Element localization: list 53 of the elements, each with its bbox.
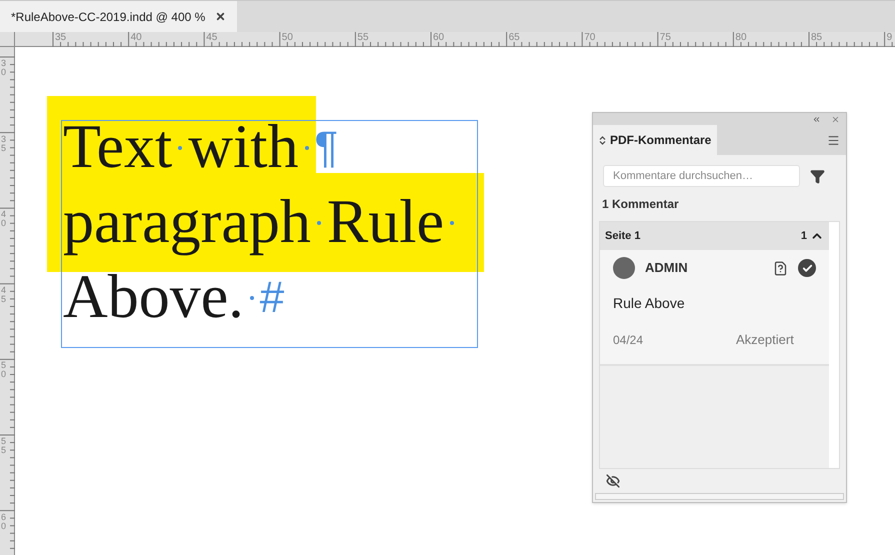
ruler-label: 65 <box>508 32 520 43</box>
space-marker-icon <box>250 296 254 300</box>
menu-icon[interactable] <box>827 134 840 146</box>
body-text: Rule <box>326 187 444 258</box>
ruler-label: 60 <box>1 512 8 531</box>
resize-grip[interactable] <box>595 493 844 500</box>
body-text: Above. <box>63 262 244 333</box>
ruler-label: 85 <box>811 32 822 43</box>
ruler-label: 9 <box>886 32 892 43</box>
comment-item[interactable]: ADMIN Rule Above 04/24 Akzeptiert <box>600 250 829 366</box>
status-icon[interactable] <box>798 259 816 277</box>
space-marker-icon <box>304 146 309 150</box>
ruler-label: 40 <box>1 210 8 228</box>
avatar-icon <box>613 257 635 279</box>
body-text: paragraph <box>63 187 311 258</box>
comment-author: ADMIN <box>645 259 689 278</box>
body-text: Text <box>63 112 172 183</box>
ruler-label: 30 <box>1 59 8 77</box>
document-icon[interactable] <box>773 260 788 276</box>
ruler-label: 35 <box>1 134 8 153</box>
ruler-label: 55 <box>1 437 8 455</box>
ruler-label: 70 <box>584 32 596 43</box>
space-marker-icon <box>178 146 182 150</box>
eye-off-icon[interactable] <box>606 474 620 488</box>
comment-count: 1 Kommentar <box>601 196 680 213</box>
search-field[interactable]: Kommentare durchsuchen… <box>603 165 800 187</box>
scrollbar-track[interactable] <box>829 222 839 468</box>
ruler-label: 40 <box>130 32 142 43</box>
ruler-label: 45 <box>1 286 8 304</box>
space-marker-icon <box>316 220 321 224</box>
filter-icon[interactable] <box>810 168 825 184</box>
space-marker-icon <box>450 220 454 224</box>
group-count: 1 <box>800 228 807 244</box>
sort-icon <box>599 136 606 144</box>
ruler-label: 50 <box>1 361 8 380</box>
page-group-header[interactable]: Seite 1 1 <box>600 222 829 250</box>
hidden-character: ¶ <box>314 122 338 174</box>
ruler-label: 35 <box>55 32 66 43</box>
ruler-label: 60 <box>433 32 444 43</box>
panel-tab[interactable]: PDF-Kommentare <box>593 125 718 155</box>
hidden-character: # <box>260 272 284 324</box>
ruler-label: 55 <box>357 32 369 43</box>
ruler-label: 75 <box>660 32 671 43</box>
collapse-icon[interactable] <box>812 114 821 124</box>
comment-date: 04/24 <box>613 332 644 349</box>
ruler-label: 50 <box>282 32 293 43</box>
ruler-label: 45 <box>206 32 218 43</box>
comment-text: Rule Above <box>613 294 686 313</box>
ruler-label: 80 <box>735 32 747 43</box>
body-text: with <box>188 112 299 183</box>
comment-status: Akzeptiert <box>736 331 794 349</box>
close-icon[interactable] <box>215 11 226 22</box>
document-tab[interactable]: *RuleAbove-CC-2019.indd @ 400 % <box>0 1 238 32</box>
